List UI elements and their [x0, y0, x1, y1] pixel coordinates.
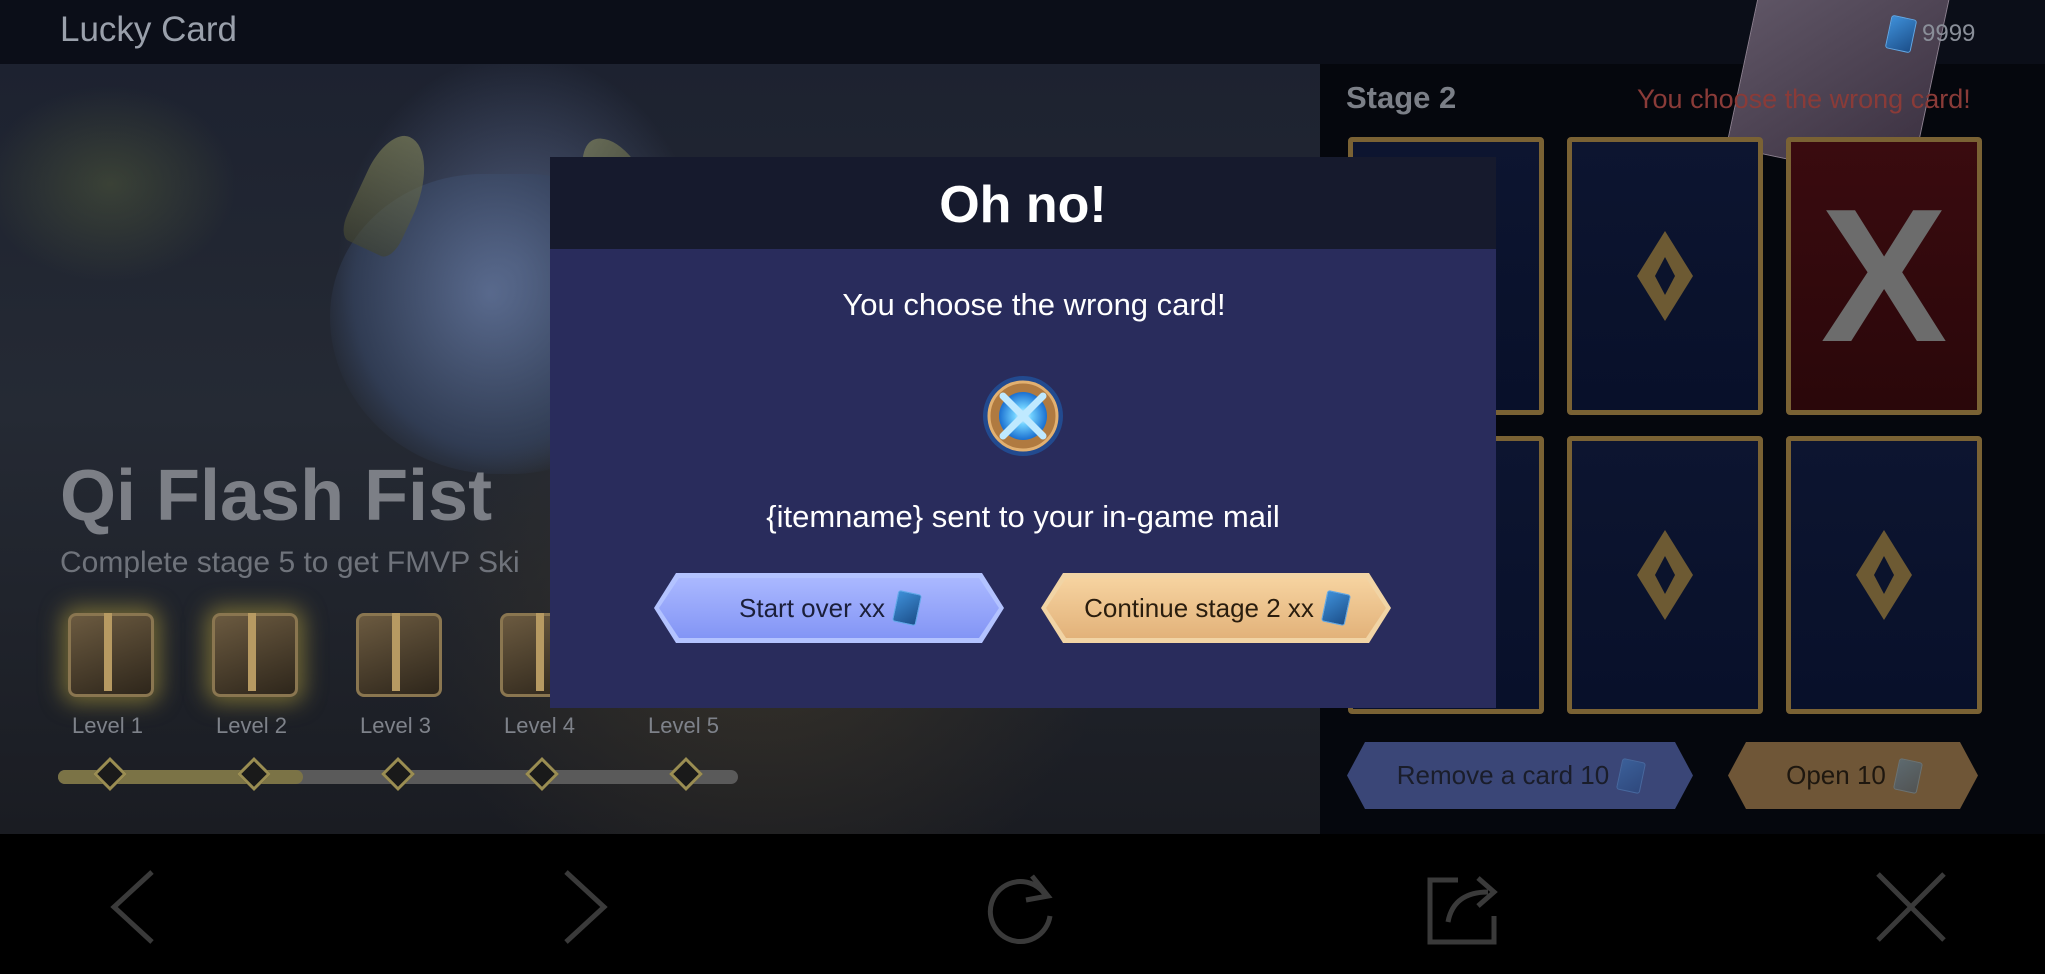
open-card-button[interactable]: Open 10 [1728, 742, 1978, 809]
chevron-right-icon[interactable] [536, 866, 618, 948]
level-4-label: Level 4 [504, 713, 575, 738]
card-ticket-balance: 9999 [1725, 0, 1967, 186]
share-icon[interactable] [1424, 866, 1506, 948]
blue-gem-icon [1616, 757, 1646, 793]
continue-stage-button[interactable]: Continue stage 2 xx [1041, 573, 1391, 643]
dialog-header: Oh no! [550, 157, 1496, 249]
remove-card-label: Remove a card 10 [1396, 760, 1610, 790]
start-over-label: Start over xx [739, 592, 885, 623]
card-slot-3: X [1786, 137, 1982, 415]
refresh-icon[interactable] [980, 866, 1062, 948]
reward-emblem-icon [983, 376, 1063, 456]
gem-balance: 9999 [1884, 14, 1976, 54]
level-1-chest[interactable] [60, 605, 156, 697]
remove-card-button[interactable]: Remove a card 10 [1347, 742, 1693, 809]
status-message: You choose the wrong card! [1637, 84, 1971, 114]
card-back-emblem-icon [1856, 530, 1912, 620]
game-screen: Lucky Card 9999 9999 Qi Flash Fist Compl… [0, 0, 2045, 974]
continue-stage-label: Continue stage 2 xx [1084, 592, 1314, 623]
blue-gem-icon [1884, 14, 1918, 54]
level-3-chest[interactable] [348, 605, 444, 697]
card-slot-2[interactable] [1567, 137, 1763, 415]
card-back-emblem-icon [1637, 231, 1693, 321]
blue-gem-icon [892, 590, 922, 626]
level-1-label: Level 1 [72, 713, 143, 738]
gem-amount: 9999 [1922, 20, 1976, 47]
start-over-button[interactable]: Start over xx [654, 573, 1004, 643]
wrong-card-dialog: Oh no! You choose the wrong card! {itemn… [550, 157, 1496, 708]
dialog-title: Oh no! [939, 176, 1107, 234]
event-subtitle: Complete stage 5 to get FMVP Ski [60, 546, 520, 579]
blue-gem-icon [1321, 590, 1351, 626]
level-3-label: Level 3 [360, 713, 431, 738]
stage-label: Stage 2 [1346, 80, 1457, 115]
mail-notice: {itemname} sent to your in-game mail [766, 499, 1280, 534]
wrong-card-mark: X [1820, 170, 1948, 382]
card-back-emblem-icon [1637, 530, 1693, 620]
level-2-label: Level 2 [216, 713, 287, 738]
card-slot-5[interactable] [1567, 436, 1763, 714]
dialog-message: You choose the wrong card! [842, 287, 1226, 322]
card-slot-6[interactable] [1786, 436, 1982, 714]
app-title: Lucky Card [60, 10, 238, 49]
open-card-label: Open 10 [1786, 760, 1886, 790]
level-2-chest[interactable] [204, 605, 300, 697]
chevron-left-icon[interactable] [100, 866, 182, 948]
level-5-label: Level 5 [648, 713, 719, 738]
close-icon[interactable] [1870, 866, 1952, 948]
skin-name: Qi Flash Fist [60, 456, 493, 536]
top-bar: Lucky Card 9999 9999 [0, 0, 2045, 186]
blue-gem-icon [1893, 757, 1923, 793]
